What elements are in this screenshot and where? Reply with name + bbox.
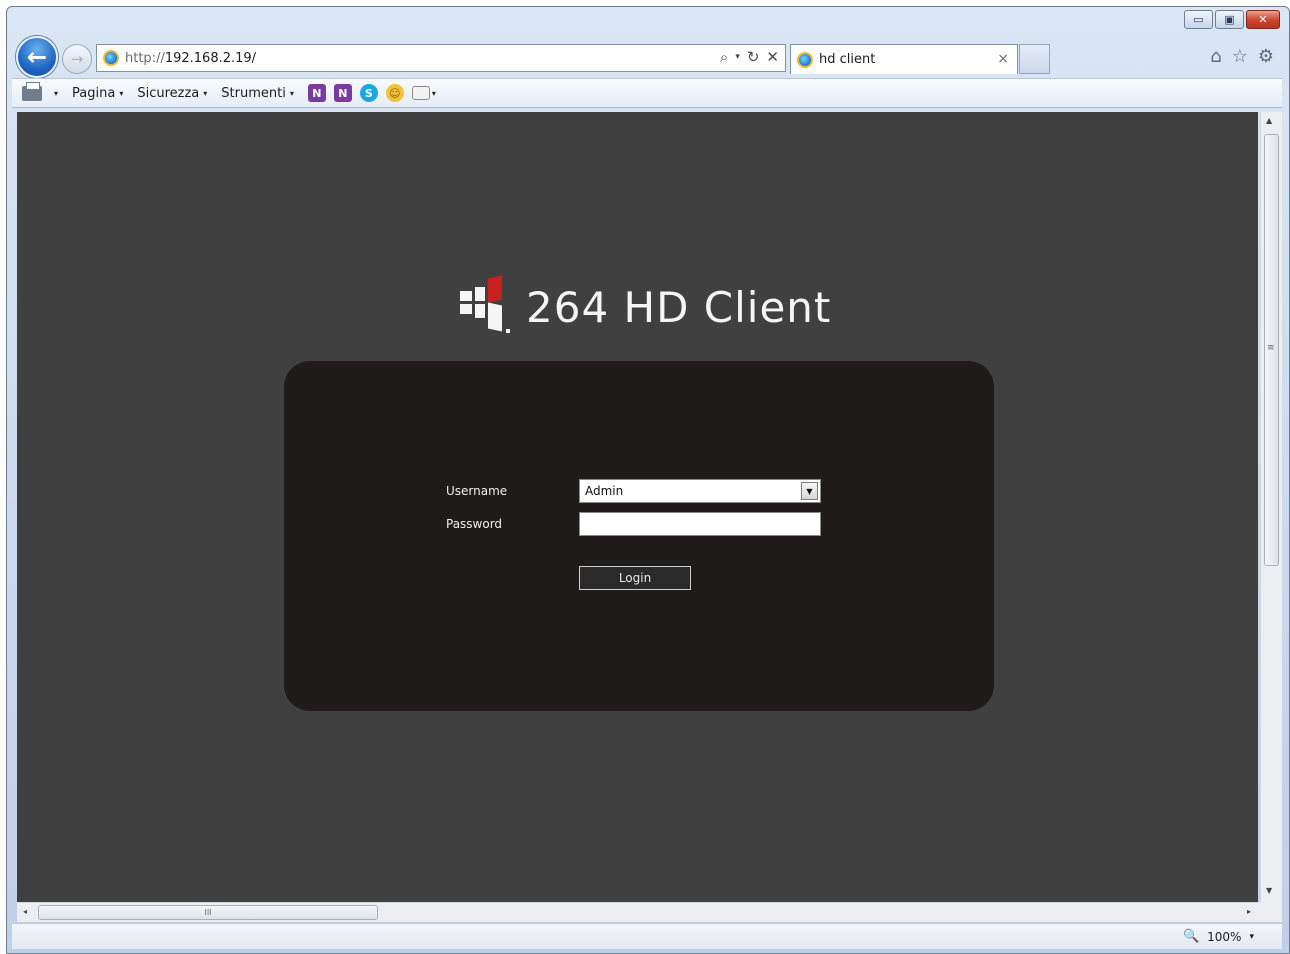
scroll-down-icon[interactable]: ▼ [1266,886,1272,895]
horizontal-scrollbar[interactable]: ◂ III ▸ [17,902,1260,922]
zoom-level: 100% [1207,929,1242,944]
zoom-control[interactable]: 🔍 100% ▾ [1183,929,1254,944]
username-select[interactable]: Admin ▼ [579,479,821,503]
menu-pagina[interactable]: Pagina ▾ [72,86,123,101]
tab-close-icon[interactable]: × [997,51,1009,67]
forward-button[interactable]: → [62,44,92,74]
url-protocol: http:// [125,50,165,66]
layout-dropdown-icon[interactable]: ▾ [432,89,436,98]
layout-icon[interactable] [411,86,430,100]
address-bar[interactable]: http:// 192.168.2.19/ ⌕ ▾ ↻ ✕ [96,44,786,72]
ie-tab-icon [797,51,813,68]
scrollbar-corner [1260,902,1282,922]
gear-icon[interactable]: ⚙ [1258,46,1274,67]
forward-arrow-icon: → [70,50,84,68]
favorites-icon[interactable]: ☆ [1232,46,1248,67]
back-arrow-icon: ← [26,43,48,71]
scroll-up-icon[interactable]: ▲ [1266,116,1272,125]
password-field[interactable] [579,512,821,536]
menu-sicurezza[interactable]: Sicurezza ▾ [137,86,207,101]
page-title: 264 HD Client [526,282,832,332]
chevron-down-icon: ▾ [289,88,294,98]
skype-icon[interactable]: S [359,84,378,102]
chevron-down-icon[interactable]: ▾ [1249,932,1254,942]
scroll-left-icon[interactable]: ◂ [23,907,27,916]
maximize-button[interactable]: ▣ [1215,10,1244,29]
onenote-linked-icon[interactable]: N [333,84,352,102]
print-icon [22,81,42,101]
vertical-scrollbar[interactable]: ▲ ≡ ▼ [1260,112,1282,902]
username-label: Username [446,484,508,498]
close-button[interactable]: ✕ [1246,10,1280,29]
print-dropdown-icon[interactable]: ▾ [54,89,58,98]
status-bar: 🔍 100% ▾ [12,923,1282,949]
ie-page-icon [103,50,119,66]
chevron-down-icon[interactable]: ▼ [801,482,818,500]
login-button[interactable]: Login [579,566,691,590]
page-viewport: 264 HD Client Username Password Admin ▼ … [17,112,1258,902]
window-controls: ▭ ▣ ✕ [1184,10,1280,29]
smiley-icon[interactable]: ☺ [385,84,404,102]
login-panel: Username Password Admin ▼ Login [284,361,994,711]
horizontal-scroll-thumb[interactable]: III [38,905,378,920]
command-bar: ▾ Pagina ▾ Sicurezza ▾ Strumenti ▾ N N S… [12,78,1282,108]
password-label: Password [446,517,503,531]
chevron-down-icon: ▾ [119,88,124,98]
print-button[interactable]: ▾ [22,81,58,101]
vertical-scroll-thumb[interactable]: ≡ [1264,134,1279,566]
new-tab-button[interactable] [1019,44,1050,74]
search-dropdown-icon[interactable]: ▾ [735,52,740,62]
brand-logo-icon [460,275,512,337]
url-host: 192.168.2.19/ [164,50,257,66]
menu-label: Sicurezza [137,85,200,101]
menu-label: Strumenti [221,85,286,101]
tab-hd-client[interactable]: hd client × [790,44,1018,74]
search-icon[interactable]: ⌕ [720,48,728,66]
browser-right-icons: ⌂ ☆ ⚙ [1210,46,1274,67]
scroll-right-icon[interactable]: ▸ [1247,907,1251,916]
grip-icon: III [204,908,212,917]
grip-icon: ≡ [1267,343,1275,353]
stop-icon[interactable]: ✕ [766,48,779,66]
home-icon[interactable]: ⌂ [1210,46,1221,67]
address-tools: ⌕ ▾ ↻ ✕ [720,48,779,66]
chevron-down-icon: ▾ [203,88,208,98]
menu-strumenti[interactable]: Strumenti ▾ [221,86,294,101]
refresh-icon[interactable]: ↻ [747,48,760,66]
zoom-icon: 🔍 [1182,929,1200,944]
back-button[interactable]: ← [16,36,58,78]
tab-title: hd client [819,52,876,67]
menu-label: Pagina [72,85,116,101]
onenote-send-icon[interactable]: N [307,84,326,102]
username-value: Admin [585,484,624,498]
minimize-button[interactable]: ▭ [1184,10,1213,29]
brand-header: 264 HD Client [460,275,832,337]
